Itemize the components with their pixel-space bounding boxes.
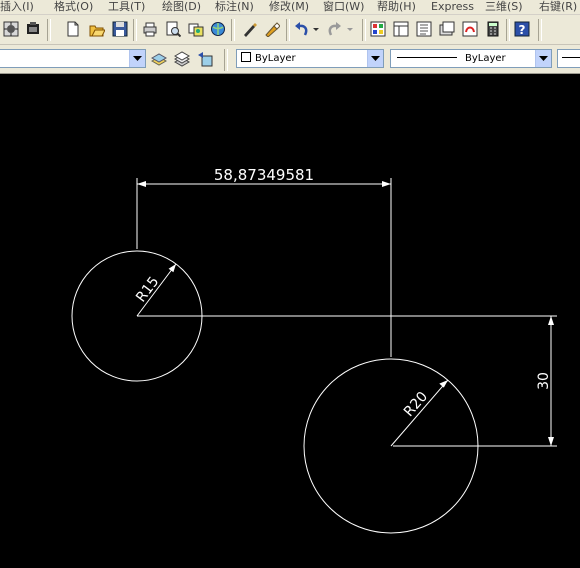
preview-icon[interactable] [164,20,182,38]
menu-express[interactable]: Express [431,0,474,13]
radius-text-r20[interactable]: R20 [401,389,431,420]
plot-icon[interactable] [141,20,159,38]
publish-icon[interactable] [187,20,205,38]
toolbar-separator [506,19,510,41]
color-swatch [241,52,251,62]
menu-help[interactable]: 帮助(H) [377,0,416,13]
tool-palette-icon[interactable] [415,20,433,38]
radius-text-r15[interactable]: R15 [133,274,162,306]
linetype-value: ByLayer [465,53,506,64]
menu-insert[interactable]: 插入(I) [0,0,34,13]
menu-modify[interactable]: 修改(M) [269,0,309,13]
redo-dropdown-icon[interactable] [346,20,354,38]
properties-toolbar: ByLayer ByLayer [0,45,580,74]
design-center-icon[interactable] [392,20,410,38]
open-file-icon[interactable] [88,20,106,38]
match-prop-icon[interactable] [240,20,258,38]
arrowhead [382,181,391,187]
svg-text:?: ? [519,23,526,37]
toolbar-separator [286,19,290,41]
toolbar-separator [362,19,366,41]
save-icon[interactable] [111,20,129,38]
undo-dropdown-icon[interactable] [312,20,320,38]
grid-icon[interactable] [2,20,20,38]
markup-icon[interactable] [461,20,479,38]
arrowhead [548,316,554,325]
chevron-down-icon[interactable] [129,50,145,67]
make-layer-current-icon[interactable] [150,50,168,68]
redo-icon[interactable] [326,20,344,38]
new-file-icon[interactable] [64,20,82,38]
layer-dropdown[interactable] [0,49,146,68]
horizontal-dim-text[interactable]: 58,87349581 [214,166,314,184]
linetype-dropdown[interactable]: ByLayer [390,49,552,68]
toolbar-separator [47,19,51,41]
chevron-down-icon[interactable] [535,50,551,67]
menu-window[interactable]: 窗口(W) [323,0,364,13]
arrowhead [137,181,146,187]
menu-dimension[interactable]: 标注(N) [215,0,254,13]
arrowhead [548,437,554,446]
sheet-set-icon[interactable] [438,20,456,38]
toolbar-separator [133,19,137,41]
menu-draw[interactable]: 绘图(D) [162,0,201,13]
menu-format[interactable]: 格式(O) [54,0,93,13]
color-dropdown[interactable]: ByLayer [236,49,384,68]
drawing-svg: 58,87349581 30 R15 R20 [71,166,557,534]
menu-rightclick[interactable]: 右键(R) [539,0,577,13]
drawing-canvas[interactable]: 58,87349581 30 R15 R20 [0,74,580,564]
calculator-icon[interactable] [484,20,502,38]
arrowhead [168,264,176,273]
menu-bar: 插入(I) 格式(O) 工具(T) 绘图(D) 标注(N) 修改(M) 窗口(W… [0,0,580,15]
toolbar-separator [538,19,542,41]
lineweight-preview [562,57,580,58]
chevron-down-icon[interactable] [367,50,383,67]
menu-3d[interactable]: 三维(S) [485,0,523,13]
menu-tools[interactable]: 工具(T) [108,0,145,13]
standard-toolbar: ? [0,15,580,45]
lineweight-dropdown[interactable] [557,49,580,68]
linetype-preview [397,57,457,58]
arrowhead [439,380,448,388]
layer-previous-icon[interactable] [196,50,214,68]
undo-icon[interactable] [292,20,310,38]
toolbar-separator [231,19,235,41]
snap-icon[interactable] [24,20,42,38]
toolbar-separator [224,49,228,71]
layer-manager-icon[interactable] [173,50,191,68]
help-icon[interactable]: ? [513,20,531,38]
highlighter-icon[interactable] [263,20,281,38]
color-value: ByLayer [255,53,296,64]
vertical-dim-text[interactable]: 30 [536,372,552,390]
3d-icon[interactable] [209,20,227,38]
properties-icon[interactable] [369,20,387,38]
